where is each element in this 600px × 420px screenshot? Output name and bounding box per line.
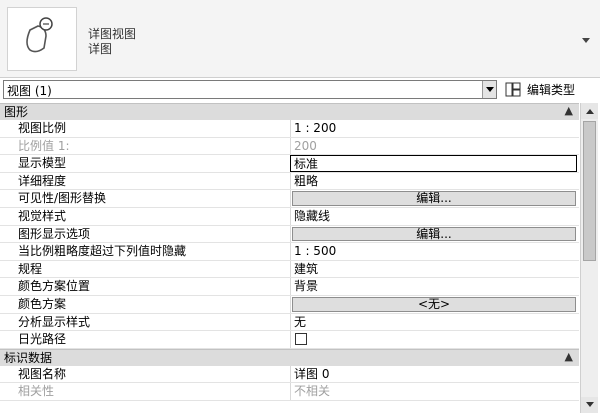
property-name: 显示模型 [18,156,67,171]
value-text: 背景 [294,279,319,294]
property-name: 可见性/图形替换 [18,191,107,206]
property-name: 颜色方案位置 [18,279,91,294]
value-text: 粗略 [294,173,319,188]
color-scheme-button[interactable]: <无> [292,296,576,312]
property-name: 日光路径 [18,332,67,347]
value-text: 无 [294,314,307,329]
property-value: 编辑... [290,225,577,243]
value-text: 隐藏线 [294,208,331,223]
property-row[interactable]: 日光路径 [0,331,579,349]
property-name: 规程 [18,261,43,276]
properties-palette: 详图视图 详图 视图 (1) 编辑类型 图形 ▲ 视图比例 1 : 200 比例… [0,0,600,420]
property-row[interactable]: 可见性/图形替换 编辑... [0,190,579,208]
property-row: 比例值 1: 200 [0,137,579,156]
property-row: 相关性 不相关 [0,383,579,401]
group-header-graphics[interactable]: 图形 ▲ [0,103,579,120]
group-label: 图形 [4,105,29,119]
sun-path-checkbox[interactable] [295,333,307,346]
collapse-icon[interactable]: ▲ [565,103,573,119]
property-value: 不相关 [290,383,577,400]
edit-type-button[interactable]: 编辑类型 [505,80,598,99]
property-value[interactable]: 无 [290,313,577,331]
property-value[interactable]: 1 : 200 [290,120,577,137]
property-name: 相关性 [18,384,55,399]
property-row[interactable]: 图形显示选项 编辑... [0,225,579,244]
vertical-scrollbar[interactable] [580,103,598,413]
property-name: 详细程度 [18,173,67,188]
property-row[interactable]: 当比例粗略度超过下列值时隐藏 1 : 500 [0,243,579,261]
dropdown-arrow-icon[interactable] [482,81,496,98]
family-name: 详图视图 [88,27,137,41]
property-value: 编辑... [290,190,577,207]
display-model-field[interactable]: 标准 [290,155,577,172]
instance-selector-row: 视图 (1) 编辑类型 [0,79,600,101]
property-row[interactable]: 分析显示样式 无 [0,313,579,332]
value-text: 不相关 [294,384,331,399]
property-name: 分析显示样式 [18,314,91,329]
property-value: 200 [290,137,577,155]
property-value[interactable]: 隐藏线 [290,207,577,225]
value-text: 建筑 [294,261,319,276]
property-grid: 图形 ▲ 视图比例 1 : 200 比例值 1: 200 显示模型 标准 详细程… [0,103,579,413]
property-value [290,331,577,348]
collapse-icon[interactable]: ▲ [565,349,573,365]
property-value[interactable]: 1 : 500 [290,243,577,260]
property-value[interactable]: 粗略 [290,172,577,190]
instance-filter-dropdown[interactable]: 视图 (1) [3,80,497,99]
property-row[interactable]: 视图名称 详图 0 [0,365,579,384]
property-value[interactable]: 详图 0 [290,365,577,383]
type-selector[interactable]: 详图视图 详图 [0,0,600,78]
property-name: 比例值 1: [18,138,70,153]
edit-type-label: 编辑类型 [527,83,576,97]
property-row[interactable]: 视觉样式 隐藏线 [0,207,579,226]
group-header-identity-data[interactable]: 标识数据 ▲ [0,348,579,366]
visibility-edit-button[interactable]: 编辑... [292,191,576,206]
property-row[interactable]: 颜色方案 <无> [0,295,579,314]
property-value[interactable]: 建筑 [290,260,577,278]
property-name: 当比例粗略度超过下列值时隐藏 [18,244,187,259]
property-name: 图形显示选项 [18,226,91,241]
property-row[interactable]: 视图比例 1 : 200 [0,120,579,138]
value-text: 详图 0 [294,366,330,381]
scroll-down-icon[interactable] [581,397,598,413]
value-text: 200 [294,138,317,153]
property-row[interactable]: 详细程度 粗略 [0,172,579,191]
property-value[interactable]: 背景 [290,278,577,295]
property-row[interactable]: 显示模型 标准 [0,155,579,173]
detail-view-icon [7,7,77,71]
property-name: 颜色方案 [18,296,67,311]
scroll-up-icon[interactable] [581,103,598,119]
value-text: 1 : 200 [294,121,337,135]
value-text: 标准 [294,157,319,172]
property-name: 视图名称 [18,366,67,381]
chevron-down-icon[interactable] [582,38,590,43]
graphic-display-edit-button[interactable]: 编辑... [292,226,576,242]
property-name: 视觉样式 [18,208,67,223]
value-text: 1 : 500 [294,244,337,259]
property-row[interactable]: 颜色方案位置 背景 [0,278,579,296]
instance-filter-value: 视图 (1) [7,84,52,98]
group-label: 标识数据 [4,350,53,365]
edit-type-icon [505,82,521,97]
type-name-label: 详图 [88,42,113,56]
scroll-thumb[interactable] [583,121,596,261]
type-name: 详图视图 详图 [88,27,136,57]
property-value: <无> [290,295,577,313]
property-row[interactable]: 规程 建筑 [0,260,579,279]
property-name: 视图比例 [18,121,67,135]
